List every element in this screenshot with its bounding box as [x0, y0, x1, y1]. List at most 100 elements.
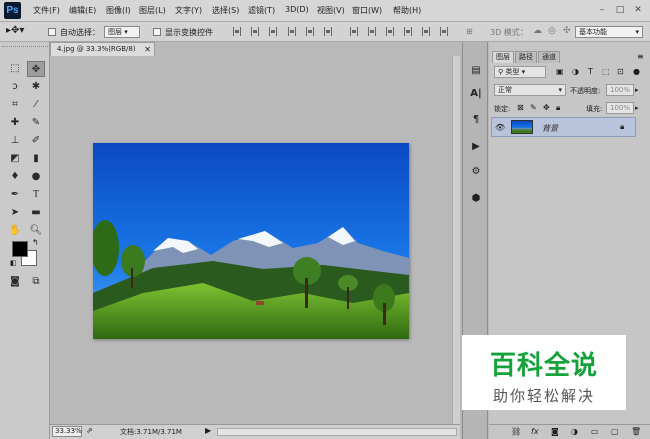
lasso-tool-icon[interactable]: ↄ [6, 79, 24, 95]
menu-filter[interactable]: 滤镜(T) [248, 5, 275, 16]
vertical-scrollbar[interactable] [452, 56, 460, 424]
swap-colors-icon[interactable]: ↰ [32, 238, 39, 247]
distribute-hcenter-icon[interactable] [422, 27, 430, 36]
menu-type[interactable]: 文字(Y) [175, 5, 202, 16]
show-transform-checkbox[interactable] [153, 28, 161, 36]
export-icon[interactable]: ⇗ [86, 426, 93, 435]
lock-position-icon[interactable]: ✥ [543, 103, 550, 112]
menu-image[interactable]: 图像(I) [106, 5, 131, 16]
move-tool-icon[interactable]: ✥ [27, 61, 45, 77]
layer-filter-dropdown[interactable]: ⚲ 类型 ▾ [494, 66, 546, 78]
blur-tool-icon[interactable]: ♦ [6, 169, 24, 185]
auto-select-target-dropdown[interactable]: 图层 ▾ [104, 26, 140, 38]
brush-tool-icon[interactable]: ✎ [27, 115, 45, 131]
history-panel-icon[interactable]: ▤ [467, 62, 485, 80]
tab-channels[interactable]: 通道 [538, 51, 560, 63]
menu-select[interactable]: 选择(S) [212, 5, 239, 16]
new-layer-icon[interactable]: ▢ [611, 427, 619, 436]
close-tab-icon[interactable]: ✕ [144, 43, 151, 56]
align-hcenter-icon[interactable] [306, 27, 314, 36]
menu-window[interactable]: 窗口(W) [352, 5, 382, 16]
default-colors-icon[interactable]: ◧ [10, 259, 17, 267]
healing-brush-tool-icon[interactable]: ✚ [6, 115, 24, 131]
menu-view[interactable]: 视图(V) [317, 5, 345, 16]
3d-rotate-icon[interactable]: ☁ [533, 26, 542, 36]
lock-pixels-icon[interactable]: ✎ [530, 103, 537, 112]
filter-pixel-icon[interactable]: ▣ [556, 67, 564, 76]
new-adjustment-icon[interactable]: ◑ [571, 427, 578, 436]
3d-pan-icon[interactable]: ✣ [563, 26, 571, 36]
menu-help[interactable]: 帮助(H) [393, 5, 421, 16]
foreground-color-swatch[interactable] [12, 241, 28, 257]
close-icon[interactable]: ✕ [632, 4, 644, 16]
delete-layer-icon[interactable]: 🗑︎ [631, 427, 641, 436]
layer-style-icon[interactable]: fx [531, 427, 539, 436]
paragraph-panel-icon[interactable]: ¶ [467, 111, 485, 129]
blend-mode-dropdown[interactable]: 正常 ▾ [494, 84, 566, 96]
tab-paths[interactable]: 路径 [515, 51, 537, 63]
rectangle-tool-icon[interactable]: ▬ [27, 205, 45, 221]
horizontal-scrollbar[interactable] [217, 428, 457, 436]
lock-all-icon[interactable]: 🔒︎ [556, 103, 560, 113]
gradient-tool-icon[interactable]: ▮ [27, 151, 45, 167]
distribute-vcenter-icon[interactable] [368, 27, 376, 36]
type-tool-icon[interactable]: T [27, 187, 45, 203]
filter-type-icon[interactable]: T [588, 67, 593, 76]
visibility-eye-icon[interactable]: 👁︎ [495, 123, 505, 132]
workspace-dropdown[interactable]: 基本功能 ▾ [575, 26, 643, 38]
3d-panel-icon[interactable]: ⬢ [467, 190, 485, 208]
fill-field[interactable]: 100% [606, 102, 634, 114]
marquee-tool-icon[interactable]: ⬚ [6, 61, 24, 77]
distribute-top-icon[interactable] [350, 27, 358, 36]
fill-arrow-icon[interactable]: ▸ [635, 104, 639, 112]
distribute-left-icon[interactable] [404, 27, 412, 36]
align-top-icon[interactable] [233, 27, 241, 36]
history-brush-tool-icon[interactable]: ✐ [27, 133, 45, 149]
align-vcenter-icon[interactable] [251, 27, 259, 36]
3d-roll-icon[interactable]: ◎ [548, 26, 556, 36]
canvas-image[interactable] [93, 143, 409, 339]
filter-shape-icon[interactable]: ⬚ [602, 67, 610, 76]
new-group-icon[interactable]: ▭ [591, 427, 599, 436]
pen-tool-icon[interactable]: ✒ [6, 187, 24, 203]
magic-wand-tool-icon[interactable]: ✱ [27, 79, 45, 95]
path-selection-tool-icon[interactable]: ➤ [6, 205, 24, 221]
layer-row-background[interactable]: 👁︎ 背景 🔒︎ [491, 117, 636, 137]
lock-transparent-icon[interactable]: ⊠ [517, 103, 524, 112]
align-right-icon[interactable] [324, 27, 332, 36]
link-layers-icon[interactable]: ⛓ [511, 427, 521, 436]
filter-toggle-icon[interactable]: ● [633, 67, 640, 76]
zoom-field[interactable]: 33.33% [52, 426, 82, 437]
panel-menu-icon[interactable]: ≡ [637, 52, 644, 61]
auto-align-icon[interactable]: ⊞ [466, 27, 473, 36]
eraser-tool-icon[interactable]: ◩ [6, 151, 24, 167]
maximize-icon[interactable]: □ [614, 4, 626, 16]
opacity-field[interactable]: 100% [606, 84, 634, 96]
tab-layers[interactable]: 图层 [492, 51, 514, 63]
add-mask-icon[interactable]: ◙ [551, 427, 559, 436]
dodge-tool-icon[interactable]: ● [27, 169, 45, 185]
crop-tool-icon[interactable]: ⌗ [6, 97, 24, 113]
menu-layer[interactable]: 图层(L) [139, 5, 166, 16]
screen-mode-icon[interactable]: ⧉ [27, 274, 45, 290]
menu-edit[interactable]: 编辑(E) [69, 5, 96, 16]
eyedropper-tool-icon[interactable]: ⁄ [27, 97, 45, 113]
align-bottom-icon[interactable] [269, 27, 277, 36]
zoom-tool-icon[interactable]: 🔍︎ [27, 223, 45, 239]
move-tool-preset-icon[interactable]: ▸✥▾ [6, 25, 24, 36]
distribute-right-icon[interactable] [440, 27, 448, 36]
distribute-bottom-icon[interactable] [386, 27, 394, 36]
status-menu-arrow-icon[interactable]: ▶ [205, 426, 211, 435]
actions-panel-icon[interactable]: ▶ [467, 138, 485, 156]
minimize-icon[interactable]: – [596, 4, 608, 16]
filter-adjust-icon[interactable]: ◑ [572, 67, 579, 76]
character-panel-icon[interactable]: A| [467, 85, 485, 103]
hand-tool-icon[interactable]: ✋ [6, 223, 24, 239]
adjustments-panel-icon[interactable]: ⚙ [467, 163, 485, 181]
menu-3d[interactable]: 3D(D) [285, 5, 309, 14]
filter-smart-icon[interactable]: ⊡ [617, 67, 624, 76]
quick-mask-icon[interactable]: ◙ [6, 274, 24, 290]
menu-file[interactable]: 文件(F) [33, 5, 60, 16]
auto-select-checkbox[interactable] [48, 28, 56, 36]
align-left-icon[interactable] [288, 27, 296, 36]
